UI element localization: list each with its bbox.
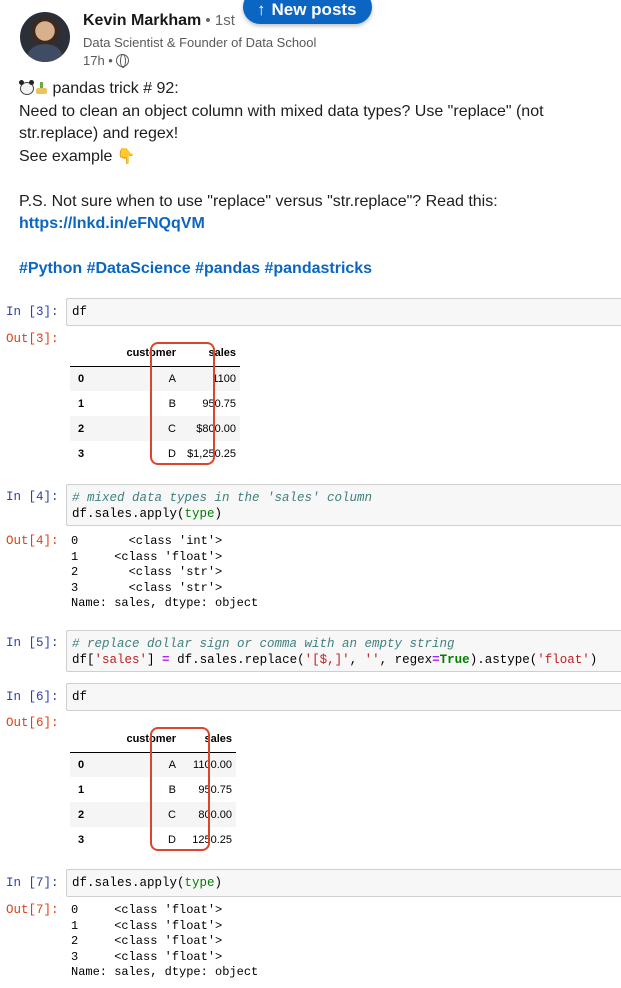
in-prompt-3: In [3]: xyxy=(6,305,59,319)
new-posts-label: New posts xyxy=(271,0,357,19)
code-text: df.sales.apply( xyxy=(72,876,185,890)
row-index: 1 xyxy=(78,783,85,796)
post-ps-text: P.S. Not sure when to use "replace" vers… xyxy=(19,192,498,210)
row-index: 2 xyxy=(78,422,85,435)
code-cell-5[interactable]: # replace dollar sign or comma with an e… xyxy=(66,630,621,672)
code-text: ).astype( xyxy=(469,652,538,667)
code-comment: # mixed data types in the 'sales' column xyxy=(72,491,373,505)
code-operator: = xyxy=(432,652,440,667)
sales-column-highlight xyxy=(150,342,215,465)
code-text: , xyxy=(349,652,365,667)
code-string: '[$,]' xyxy=(304,652,350,667)
code-text: df.sales.replace( xyxy=(169,652,305,667)
code-text: , regex xyxy=(379,652,433,667)
code-cell-6[interactable]: df xyxy=(66,683,621,711)
code-cell-3[interactable]: df xyxy=(66,298,621,326)
globe-icon xyxy=(115,54,129,68)
index-header xyxy=(70,727,100,753)
in-prompt-5: In [5]: xyxy=(6,636,59,650)
panda-icon xyxy=(19,80,35,95)
post-body: pandas trick # 92: Need to clean an obje… xyxy=(19,78,614,281)
in-prompt-6: In [6]: xyxy=(6,690,59,704)
code-keyword: True xyxy=(439,652,470,667)
connection-degree: • 1st xyxy=(201,12,235,29)
post-line-2: Need to clean an object column with mixe… xyxy=(19,102,544,143)
code-text: ) xyxy=(214,506,223,521)
code-text: df xyxy=(72,305,88,319)
output-4: 0 <class 'int'> 1 <class 'float'> 2 <cla… xyxy=(71,534,259,611)
author-headline: Data Scientist & Founder of Data School xyxy=(83,35,317,50)
code-text: ] xyxy=(147,652,163,667)
row-index: 3 xyxy=(78,833,85,846)
in-prompt-4: In [4]: xyxy=(6,490,59,504)
out-prompt-3: Out[3]: xyxy=(6,332,59,346)
sales-column-highlight xyxy=(150,727,210,851)
code-cell-7[interactable]: df.sales.apply(type) xyxy=(66,869,621,897)
bamboo-icon xyxy=(36,80,48,95)
row-index: 3 xyxy=(78,447,85,460)
arrow-up-icon: ↑ xyxy=(257,0,266,19)
in-prompt-7: In [7]: xyxy=(6,876,59,890)
post-line-1-text: pandas trick # 92: xyxy=(48,80,179,97)
post-ps: P.S. Not sure when to use "replace" vers… xyxy=(19,191,614,236)
post-time: 17h • xyxy=(83,53,113,68)
code-string: 'sales' xyxy=(94,652,148,667)
post-line-3: See example 👇 xyxy=(19,146,614,169)
index-header xyxy=(70,341,100,367)
row-index: 0 xyxy=(78,758,85,771)
code-operator: = xyxy=(162,652,170,667)
out-prompt-4: Out[4]: xyxy=(6,534,59,548)
code-builtin: type xyxy=(184,876,215,890)
row-index: 2 xyxy=(78,808,85,821)
post-timestamp: 17h • xyxy=(83,53,129,68)
code-cell-4[interactable]: # mixed data types in the 'sales' column… xyxy=(66,484,621,526)
hashtags: #Python #DataScience #pandas #pandastric… xyxy=(19,258,614,281)
post-line-1: pandas trick # 92: xyxy=(19,78,614,101)
point-down-icon: 👇 xyxy=(116,147,136,165)
hashtag-pandastricks[interactable]: #pandastricks xyxy=(264,260,372,277)
code-string: 'float' xyxy=(537,652,590,667)
out-prompt-7: Out[7]: xyxy=(6,903,59,917)
author-line: Kevin Markham • 1st xyxy=(83,12,235,30)
code-text: df xyxy=(72,690,88,704)
author-avatar[interactable] xyxy=(20,12,70,62)
output-7: 0 <class 'float'> 1 <class 'float'> 2 <c… xyxy=(71,903,259,980)
code-text: ) xyxy=(214,876,223,890)
hashtag-pandas[interactable]: #pandas xyxy=(195,260,260,277)
row-index: 1 xyxy=(78,397,85,410)
row-index: 0 xyxy=(78,372,85,385)
author-name[interactable]: Kevin Markham xyxy=(83,12,201,29)
out-prompt-6: Out[6]: xyxy=(6,716,59,730)
hashtag-python[interactable]: #Python xyxy=(19,260,82,277)
new-posts-button[interactable]: ↑ New posts xyxy=(243,0,372,24)
code-builtin: type xyxy=(184,506,215,521)
ps-link[interactable]: https://lnkd.in/eFNQqVM xyxy=(19,215,205,232)
code-text: ) xyxy=(589,652,598,667)
post-line-3-text: See example xyxy=(19,147,117,165)
code-comment: # replace dollar sign or comma with an e… xyxy=(72,637,455,651)
code-text: df.sales.apply( xyxy=(72,506,185,521)
code-text: df[ xyxy=(72,652,95,667)
code-string: '' xyxy=(364,652,380,667)
hashtag-datascience[interactable]: #DataScience xyxy=(87,260,191,277)
